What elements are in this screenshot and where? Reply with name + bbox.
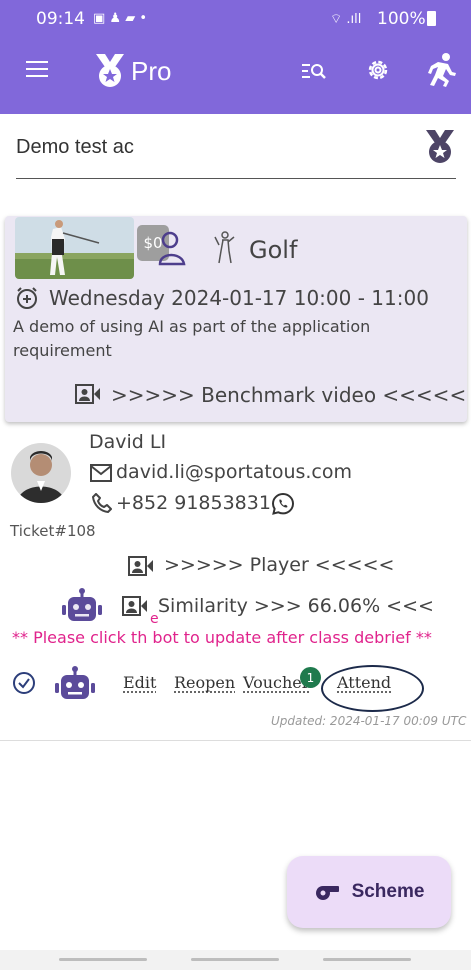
medal-icon <box>426 130 454 163</box>
running-icon[interactable] <box>424 52 458 88</box>
voucher-count-badge: 1 <box>300 667 321 688</box>
video-icon <box>122 596 147 616</box>
student-email[interactable]: david.li@sportatous.com <box>116 461 352 483</box>
whatsapp-icon[interactable] <box>271 492 295 516</box>
sport-name: Golf <box>249 236 298 264</box>
reopen-button[interactable]: Reopen <box>174 673 235 692</box>
notification-icons: ▣ ♟ ▰ • <box>93 11 147 26</box>
battery-level: 100% <box>377 9 426 29</box>
medal-icon <box>96 54 124 87</box>
nav-home-handle[interactable] <box>191 958 279 961</box>
player-video-link[interactable]: >>>>> Player <<<<< <box>164 554 394 576</box>
scheme-fab[interactable]: Scheme <box>287 856 451 928</box>
updated-timestamp: Updated: 2024-01-17 00:09 UTC <box>271 714 467 728</box>
edit-button[interactable]: Edit <box>123 673 156 692</box>
scheme-fab-label: Scheme <box>351 881 425 902</box>
golfer-icon <box>214 231 235 264</box>
attend-button[interactable]: Attend <box>337 673 391 692</box>
similarity-link[interactable]: Similarity >>> 66.06% <<< <box>158 595 434 617</box>
golf-photo <box>15 217 134 279</box>
debrief-warning: ** Please click th bot to update after c… <box>12 628 432 647</box>
class-description: A demo of using AI as part of the applic… <box>13 317 371 360</box>
app-title: Pro <box>131 56 172 86</box>
clock-plus-icon <box>17 287 37 309</box>
search-input[interactable]: Demo test ac <box>16 136 134 159</box>
video-icon <box>128 556 153 576</box>
signal-icon: ⌔ .ıll <box>330 12 362 27</box>
search-underline <box>16 178 456 179</box>
student-phone[interactable]: +852 91853831 <box>116 492 271 514</box>
avatar <box>11 443 71 503</box>
robot-icon[interactable] <box>62 588 102 622</box>
ticket-number: Ticket#108 <box>10 522 96 540</box>
phone-icon <box>92 493 112 513</box>
video-icon <box>75 384 100 404</box>
benchmark-video-link[interactable]: >>>>> Benchmark video <<<<< <box>111 383 466 407</box>
divider <box>0 740 471 741</box>
menu-icon[interactable] <box>26 61 48 77</box>
email-icon <box>90 464 112 482</box>
check-circle-icon[interactable] <box>12 671 36 695</box>
battery-icon <box>427 11 436 26</box>
student-name: David LI <box>89 431 167 453</box>
settings-icon[interactable] <box>365 57 391 83</box>
robot-icon[interactable] <box>55 666 95 700</box>
search-list-icon[interactable] <box>301 60 327 82</box>
class-datetime: Wednesday 2024-01-17 10:00 - 11:00 <box>49 286 429 310</box>
nav-back-handle[interactable] <box>59 958 147 961</box>
status-time: 09:14 <box>36 9 85 29</box>
whistle-icon <box>315 886 339 900</box>
nav-recents-handle[interactable] <box>323 958 411 961</box>
person-icon[interactable] <box>158 230 186 266</box>
